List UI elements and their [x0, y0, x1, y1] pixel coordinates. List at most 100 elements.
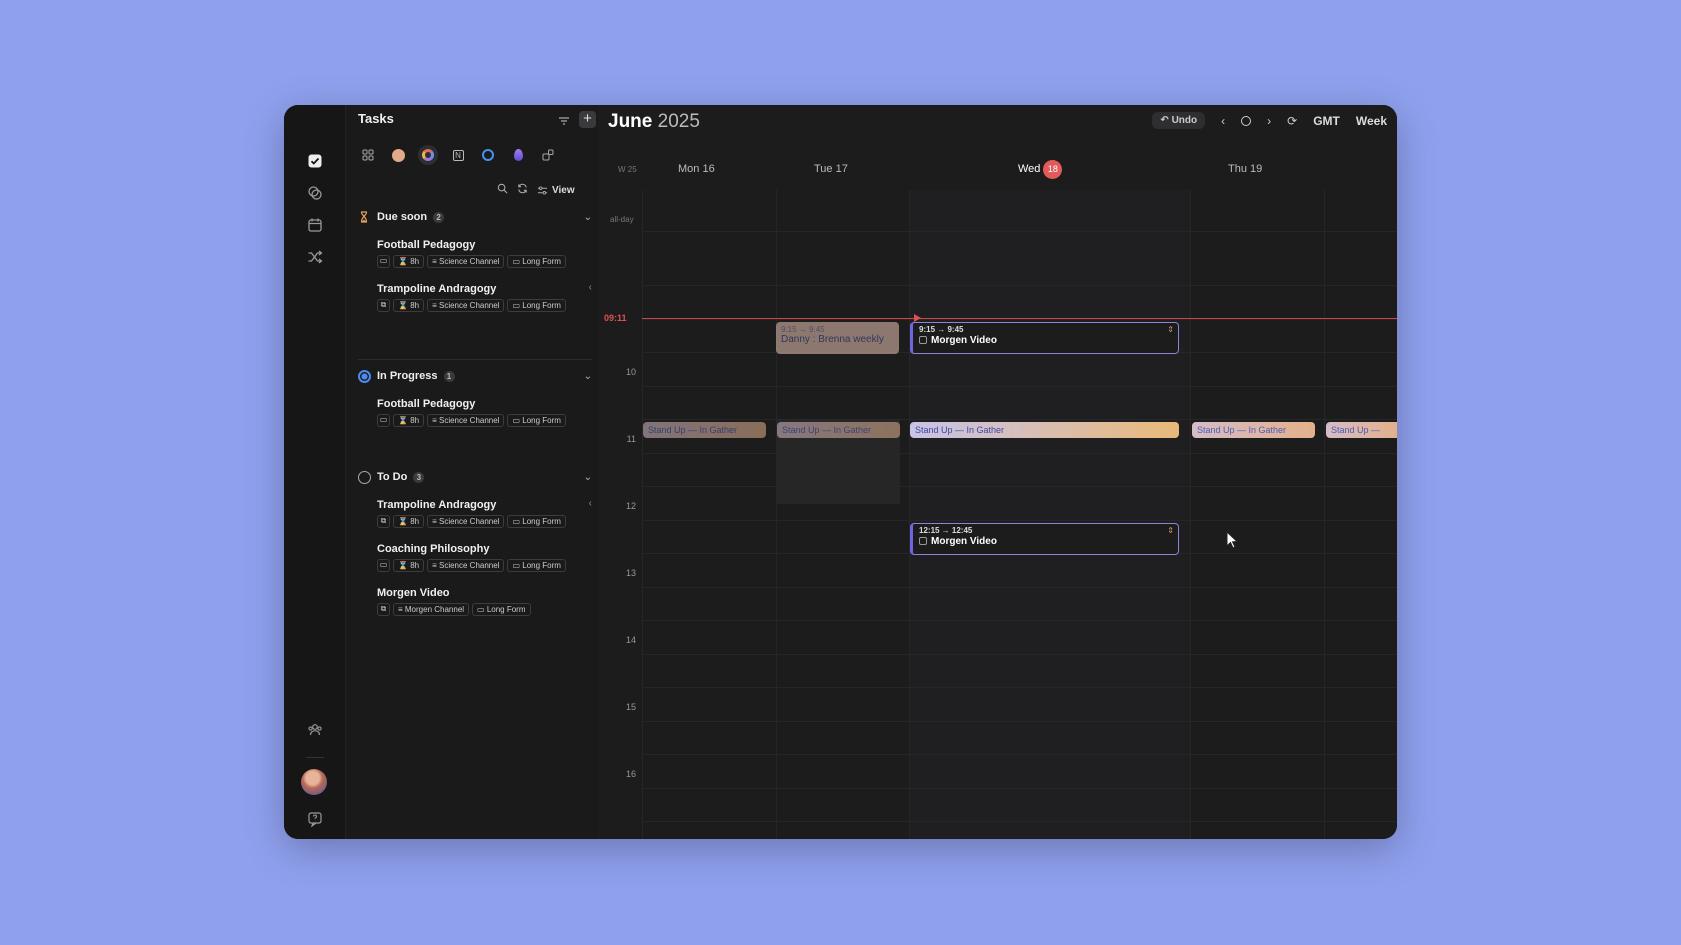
task-item[interactable]: Coaching Philosophy ▭ ⌛ 8h ≡ Science Cha… — [377, 541, 592, 585]
event-title: Morgen Video — [931, 536, 997, 547]
calendar-icon[interactable] — [301, 211, 329, 239]
duration-chip[interactable]: ⌛ 8h — [393, 559, 425, 572]
event-standup[interactable]: Stand Up — In Gather — [777, 422, 900, 438]
refresh-icon[interactable] — [517, 183, 528, 197]
rainbow-icon[interactable] — [418, 145, 438, 165]
duration-chip[interactable]: ⌛ 8h — [393, 255, 425, 268]
duration-chip[interactable]: ⌛ 8h — [393, 414, 425, 427]
channel-chip[interactable]: ≡ Science Channel — [427, 559, 505, 572]
channel-chip[interactable]: ≡ Science Channel — [427, 414, 505, 427]
group-to-do: To Do 3 ⌄ Trampoline Andragogy ‹ ⧉ ⌛ 8h … — [358, 468, 592, 629]
task-item[interactable]: Football Pedagogy ▭ ⌛ 8h ≡ Science Chann… — [377, 237, 592, 281]
app-window: Tasks + N View Due soon 2 ⌄ Football Ped… — [284, 105, 1397, 839]
tasks-title: Tasks — [358, 111, 394, 126]
channel-chip[interactable]: ≡ Science Channel — [427, 299, 505, 312]
task-title: Trampoline Andragogy — [377, 499, 497, 511]
help-icon[interactable] — [301, 805, 329, 833]
chevron-down-icon[interactable]: ⌄ — [584, 472, 592, 483]
calendar-task-icon[interactable]: ▭ — [377, 255, 390, 268]
link-icon[interactable] — [301, 179, 329, 207]
channel-chip[interactable]: ≡ Morgen Channel — [393, 603, 470, 616]
format-chip[interactable]: ▭ Long Form — [507, 255, 566, 268]
task-item[interactable]: Football Pedagogy ▭ ⌛ 8h ≡ Science Chann… — [377, 396, 592, 440]
format-chip[interactable]: ▭ Long Form — [507, 299, 566, 312]
year-label: 2025 — [657, 111, 700, 132]
shuffle-icon[interactable] — [301, 243, 329, 271]
add-task-button[interactable]: + — [579, 111, 596, 128]
event-time: 12:15 → 12:45 — [919, 526, 973, 535]
task-item[interactable]: Trampoline Andragogy ‹ ⧉ ⌛ 8h ≡ Science … — [377, 497, 592, 541]
duration-chip[interactable]: ⌛ 8h — [393, 299, 425, 312]
peach-dot-icon[interactable] — [388, 145, 408, 165]
channel-chip[interactable]: ≡ Science Channel — [427, 255, 505, 268]
week-number: W 25 — [618, 165, 637, 174]
calendar-task-icon[interactable]: ▭ — [377, 414, 390, 427]
format-chip[interactable]: ▭ Long Form — [507, 559, 566, 572]
event-danny-brenna[interactable]: 9:15 → 9:45 Danny : Brenna weekly — [776, 322, 899, 354]
in-progress-icon — [358, 369, 371, 383]
check-square-icon[interactable] — [301, 147, 329, 175]
day-header-thu[interactable]: Thu 19 — [1228, 163, 1262, 175]
task-item[interactable]: Trampoline Andragogy ‹ ⧉ ⌛ 8h ≡ Science … — [377, 281, 592, 325]
notion-icon[interactable]: N — [448, 145, 468, 165]
group-header[interactable]: In Progress 1 ⌄ — [358, 367, 592, 385]
format-chip[interactable]: ▭ Long Form — [507, 515, 566, 528]
event-standup[interactable]: Stand Up — In Gather — [643, 422, 766, 438]
copy-icon[interactable]: ⧉ — [377, 603, 390, 616]
resize-icon[interactable]: ⇕ — [1167, 526, 1174, 535]
event-time: 9:15 → 9:45 — [919, 325, 964, 334]
team-icon[interactable] — [301, 716, 329, 744]
format-chip[interactable]: ▭ Long Form — [507, 414, 566, 427]
task-tools: View — [497, 183, 575, 197]
tasks-panel: Tasks + N View Due soon 2 ⌄ Football Ped… — [346, 105, 598, 839]
format-chip[interactable]: ▭ Long Form — [472, 603, 531, 616]
calendar-title: June 2025 — [608, 111, 700, 133]
chevron-right-icon[interactable]: › — [1267, 114, 1271, 128]
channel-chip[interactable]: ≡ Science Channel — [427, 515, 505, 528]
day-header-wed[interactable]: Wed 18 — [1018, 160, 1063, 179]
chevron-down-icon[interactable]: ⌄ — [584, 371, 592, 382]
view-mode-button[interactable]: Week — [1356, 114, 1387, 128]
view-button[interactable]: View — [537, 185, 575, 196]
addon-icon[interactable] — [538, 145, 558, 165]
copy-icon[interactable]: ⧉ — [377, 299, 390, 312]
day-header-mon[interactable]: Mon 16 — [678, 163, 715, 175]
event-morgen-video[interactable]: 12:15 → 12:45 Morgen Video ⇕ — [910, 523, 1179, 555]
filter-icon[interactable] — [557, 114, 571, 128]
hour-label: 16 — [625, 769, 636, 779]
today-circle-icon[interactable] — [1241, 115, 1252, 126]
calendar-grid[interactable] — [642, 190, 1397, 839]
copy-icon[interactable]: ⧉ — [377, 515, 390, 528]
task-item[interactable]: Morgen Video ⧉ ≡ Morgen Channel ▭ Long F… — [377, 585, 592, 629]
todo-icon[interactable] — [478, 145, 498, 165]
group-header[interactable]: Due soon 2 ⌄ — [358, 208, 592, 226]
grid-icon[interactable] — [358, 145, 378, 165]
avatar[interactable] — [301, 769, 327, 795]
group-header[interactable]: To Do 3 ⌄ — [358, 468, 592, 486]
task-title: Coaching Philosophy — [377, 543, 490, 555]
search-icon[interactable] — [497, 183, 508, 197]
chevron-left-icon[interactable]: ‹ — [589, 498, 592, 509]
event-standup[interactable]: Stand Up — In Gather — [910, 422, 1179, 438]
view-label: View — [552, 184, 575, 196]
chevron-left-icon[interactable]: ‹ — [589, 282, 592, 293]
timezone-button[interactable]: GMT — [1313, 114, 1340, 128]
event-standup[interactable]: Stand Up — In Gather — [1192, 422, 1315, 438]
resize-icon[interactable]: ⇕ — [1167, 325, 1174, 334]
checkbox-icon[interactable] — [919, 537, 927, 545]
day-header-tue[interactable]: Tue 17 — [814, 163, 848, 175]
droplet-icon[interactable] — [508, 145, 528, 165]
hour-label: 12 — [625, 501, 636, 511]
chevron-left-icon[interactable]: ‹ — [1221, 114, 1225, 128]
undo-button[interactable]: ↶ Undo — [1152, 112, 1206, 129]
event-morgen-video[interactable]: 9:15 → 9:45 Morgen Video ⇕ — [910, 322, 1179, 354]
sync-icon[interactable]: ⟳ — [1287, 114, 1297, 128]
chevron-down-icon[interactable]: ⌄ — [584, 212, 592, 223]
calendar-task-icon[interactable]: ▭ — [377, 559, 390, 572]
nav-rail — [284, 105, 346, 839]
source-filters: N — [358, 145, 558, 165]
event-standup[interactable]: Stand Up — — [1326, 422, 1397, 438]
today-column — [909, 190, 1190, 839]
duration-chip[interactable]: ⌛ 8h — [393, 515, 425, 528]
checkbox-icon[interactable] — [919, 336, 927, 344]
